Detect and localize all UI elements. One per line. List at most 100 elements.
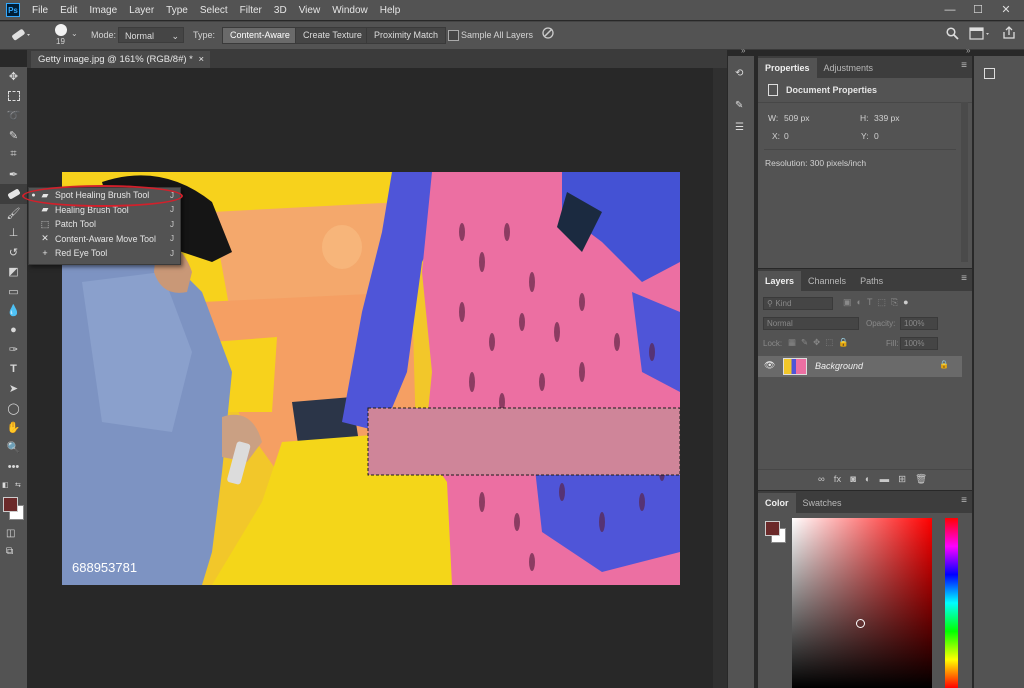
path-selection-tool-icon[interactable]: ➤ xyxy=(0,379,27,399)
dodge-tool-icon[interactable]: ● xyxy=(0,321,27,341)
fill-field[interactable]: 100% xyxy=(900,337,938,350)
libraries-panel-icon[interactable] xyxy=(984,68,995,79)
type-create-texture-button[interactable]: Create Texture xyxy=(295,27,370,44)
filter-toggle-icon[interactable]: ● xyxy=(903,297,908,308)
flyout-item-content-aware-move[interactable]: ✕ Content-Aware Move Tool J xyxy=(29,232,180,247)
zoom-tool-icon[interactable]: 🔍 xyxy=(0,438,27,458)
workspace-icon[interactable] xyxy=(969,27,991,42)
shape-tool-icon[interactable]: ◯ xyxy=(0,399,27,419)
lock-transparent-icon[interactable]: ▦ xyxy=(788,337,796,348)
menu-window[interactable]: Window xyxy=(326,5,374,16)
panel-menu-icon[interactable]: ≡ xyxy=(961,60,967,71)
flyout-item-patch[interactable]: ⬚ Patch Tool J xyxy=(29,217,180,232)
blend-mode-select[interactable]: Normal xyxy=(763,317,859,330)
properties-scrollbar[interactable] xyxy=(961,102,968,262)
layer-row[interactable]: 👁 Background 🔒 xyxy=(758,356,962,377)
lock-artboard-icon[interactable]: ⬚ xyxy=(825,337,833,348)
clone-stamp-tool-icon[interactable]: ⊥ xyxy=(0,223,27,243)
tab-color[interactable]: Color xyxy=(758,493,796,513)
marquee-tool-icon[interactable] xyxy=(0,87,27,107)
crop-tool-icon[interactable]: ⌗ xyxy=(0,145,27,165)
collapse-dock-icon[interactable]: » xyxy=(741,46,745,55)
tab-channels[interactable]: Channels xyxy=(801,271,853,291)
close-tab-icon[interactable]: × xyxy=(198,51,204,68)
panel-menu-icon[interactable]: ≡ xyxy=(961,273,967,284)
canvas-scrollbar[interactable] xyxy=(713,68,727,688)
menu-image[interactable]: Image xyxy=(83,5,123,16)
opacity-field[interactable]: 100% xyxy=(900,317,938,330)
visibility-eye-icon[interactable]: 👁 xyxy=(764,360,775,371)
panel-menu-icon[interactable]: ≡ xyxy=(961,495,967,506)
menu-type[interactable]: Type xyxy=(160,5,194,16)
maximize-button[interactable]: ☐ xyxy=(964,0,992,20)
eyedropper-tool-icon[interactable]: ✒ xyxy=(0,165,27,185)
tab-adjustments[interactable]: Adjustments xyxy=(817,58,881,78)
share-icon[interactable] xyxy=(1002,26,1016,42)
menu-help[interactable]: Help xyxy=(374,5,407,16)
brush-tip-icon[interactable] xyxy=(55,24,67,36)
search-icon[interactable] xyxy=(946,27,959,42)
tab-layers[interactable]: Layers xyxy=(758,271,802,291)
lock-all-icon[interactable]: 🔒 xyxy=(838,337,849,348)
lasso-tool-icon[interactable]: ➰ xyxy=(0,106,27,126)
close-window-button[interactable]: ✕ xyxy=(992,0,1020,20)
adjustment-layer-icon[interactable]: ◐ xyxy=(865,474,871,485)
collapse-panels-icon[interactable]: » xyxy=(966,46,970,55)
screen-mode-icon[interactable]: ⧉ xyxy=(6,546,13,557)
move-tool-icon[interactable]: ✥ xyxy=(0,67,27,87)
sample-all-layers-checkbox[interactable] xyxy=(448,30,459,41)
lock-position-icon[interactable]: ✥ xyxy=(813,337,820,348)
menu-3d[interactable]: 3D xyxy=(268,5,293,16)
menu-layer[interactable]: Layer xyxy=(123,5,160,16)
blur-tool-icon[interactable]: 💧 xyxy=(0,301,27,321)
menu-edit[interactable]: Edit xyxy=(54,5,83,16)
color-picker-marker[interactable] xyxy=(856,619,865,628)
new-group-icon[interactable]: ▬ xyxy=(880,474,890,485)
history-panel-icon[interactable]: ⟲ xyxy=(735,68,743,79)
filter-pixel-icon[interactable]: ▣ xyxy=(843,297,852,308)
filter-adjustment-icon[interactable]: ◐ xyxy=(857,297,862,308)
menu-file[interactable]: File xyxy=(26,5,54,16)
lock-paint-icon[interactable]: ✎ xyxy=(801,337,808,348)
menu-filter[interactable]: Filter xyxy=(234,5,268,16)
pressure-size-icon[interactable] xyxy=(541,26,555,42)
flyout-item-red-eye[interactable]: + Red Eye Tool J xyxy=(29,246,180,261)
mode-select[interactable]: Normal ⌄ xyxy=(118,27,184,43)
filter-shape-icon[interactable]: ⬚ xyxy=(877,297,886,308)
layer-filter-select[interactable]: ⚲ Kind xyxy=(763,297,833,310)
color-field[interactable] xyxy=(792,518,932,688)
brush-picker-chevron-icon[interactable]: ⌄ xyxy=(71,29,78,38)
link-layers-icon[interactable]: ∞ xyxy=(818,474,825,485)
menu-view[interactable]: View xyxy=(293,5,327,16)
adjust-sliders-icon[interactable]: ☰ xyxy=(735,122,744,133)
filter-smart-object-icon[interactable]: ⎘ xyxy=(891,297,898,308)
type-tool-icon[interactable]: T xyxy=(0,360,27,380)
layer-name[interactable]: Background xyxy=(815,361,863,371)
tab-swatches[interactable]: Swatches xyxy=(796,493,849,513)
filter-type-icon[interactable]: T xyxy=(867,297,873,308)
eraser-tool-icon[interactable]: ◩ xyxy=(0,262,27,282)
gradient-tool-icon[interactable]: ▭ xyxy=(0,282,27,302)
type-proximity-match-button[interactable]: Proximity Match xyxy=(366,27,447,44)
add-mask-icon[interactable]: ◙ xyxy=(850,474,856,485)
delete-layer-icon[interactable]: 🗑 xyxy=(915,474,927,485)
foreground-color-swatch[interactable] xyxy=(3,497,18,512)
pen-tool-icon[interactable]: ✑ xyxy=(0,340,27,360)
spot-healing-tool-preset-icon[interactable] xyxy=(10,27,32,45)
menu-select[interactable]: Select xyxy=(194,5,234,16)
brush-settings-icon[interactable]: ✎ xyxy=(735,100,743,111)
layer-style-fx-icon[interactable]: fx xyxy=(834,474,841,485)
color-foreground-swatch[interactable] xyxy=(765,521,780,536)
minimize-button[interactable]: — xyxy=(936,0,964,20)
swap-colors-icon[interactable]: ⇆ xyxy=(15,481,21,489)
history-brush-tool-icon[interactable]: ↺ xyxy=(0,243,27,263)
default-colors-icon[interactable]: ◧ xyxy=(2,481,9,489)
tab-properties[interactable]: Properties xyxy=(758,58,817,78)
hand-tool-icon[interactable]: ✋ xyxy=(0,418,27,438)
new-layer-icon[interactable]: ⊞ xyxy=(898,474,906,485)
hue-slider[interactable] xyxy=(945,518,958,688)
type-content-aware-button[interactable]: Content-Aware xyxy=(222,27,298,44)
more-tools-icon[interactable]: ••• xyxy=(0,457,27,477)
quick-selection-tool-icon[interactable]: ✎ xyxy=(0,126,27,146)
document-tab[interactable]: Getty image.jpg @ 161% (RGB/8#) * × xyxy=(31,51,210,68)
